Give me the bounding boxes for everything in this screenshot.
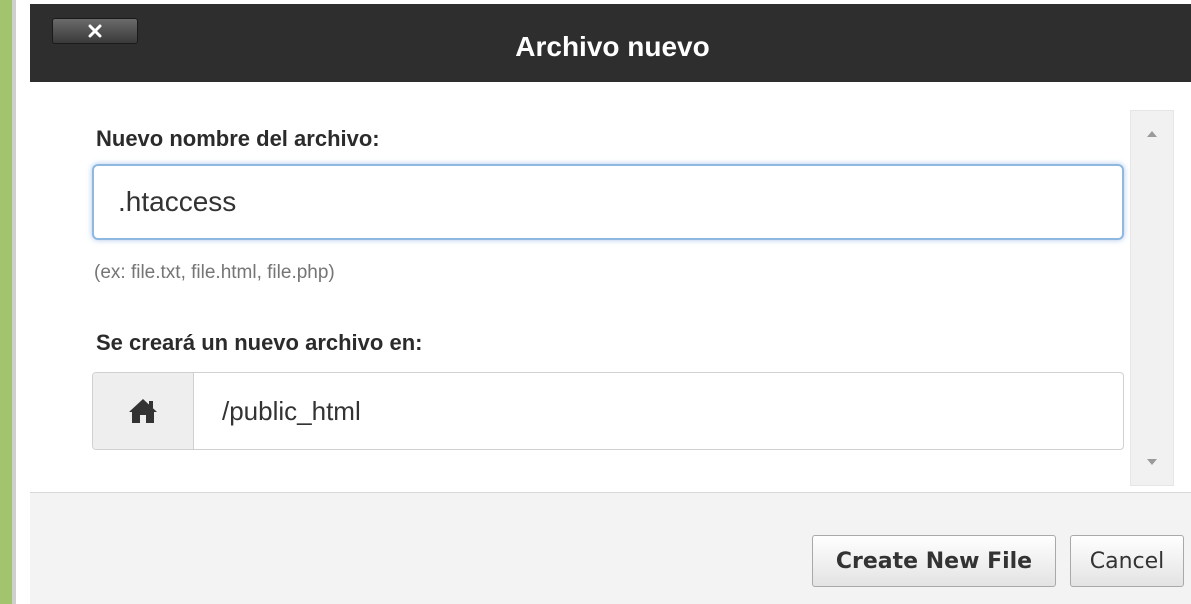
arrow-up-icon: [1147, 131, 1157, 137]
location-label: Se creará un nuevo archivo en:: [96, 330, 423, 355]
dialog-body: Nuevo nombre del archivo: (ex: file.txt,…: [30, 82, 1124, 492]
dialog-titlebar: Archivo nuevo: [30, 4, 1191, 82]
create-file-button[interactable]: Create New File: [812, 535, 1056, 587]
vertical-scrollbar[interactable]: [1130, 110, 1174, 486]
location-field: /public_html: [92, 372, 1124, 450]
scroll-down-button[interactable]: [1131, 447, 1173, 477]
cancel-button[interactable]: Cancel: [1070, 535, 1184, 587]
filename-input[interactable]: [92, 164, 1124, 240]
location-addon: [93, 373, 194, 449]
dialog-footer: Create New File Cancel: [30, 492, 1191, 604]
location-path: /public_html: [222, 395, 361, 426]
filename-label: Nuevo nombre del archivo:: [96, 126, 380, 151]
new-file-dialog: Archivo nuevo Nuevo nombre del archivo: …: [12, 0, 1191, 604]
arrow-down-icon: [1147, 459, 1157, 465]
home-icon: [129, 399, 157, 423]
scroll-up-button[interactable]: [1131, 119, 1173, 149]
filename-hint: (ex: file.txt, file.html, file.php): [94, 262, 335, 283]
dialog-title: Archivo nuevo: [515, 31, 710, 62]
